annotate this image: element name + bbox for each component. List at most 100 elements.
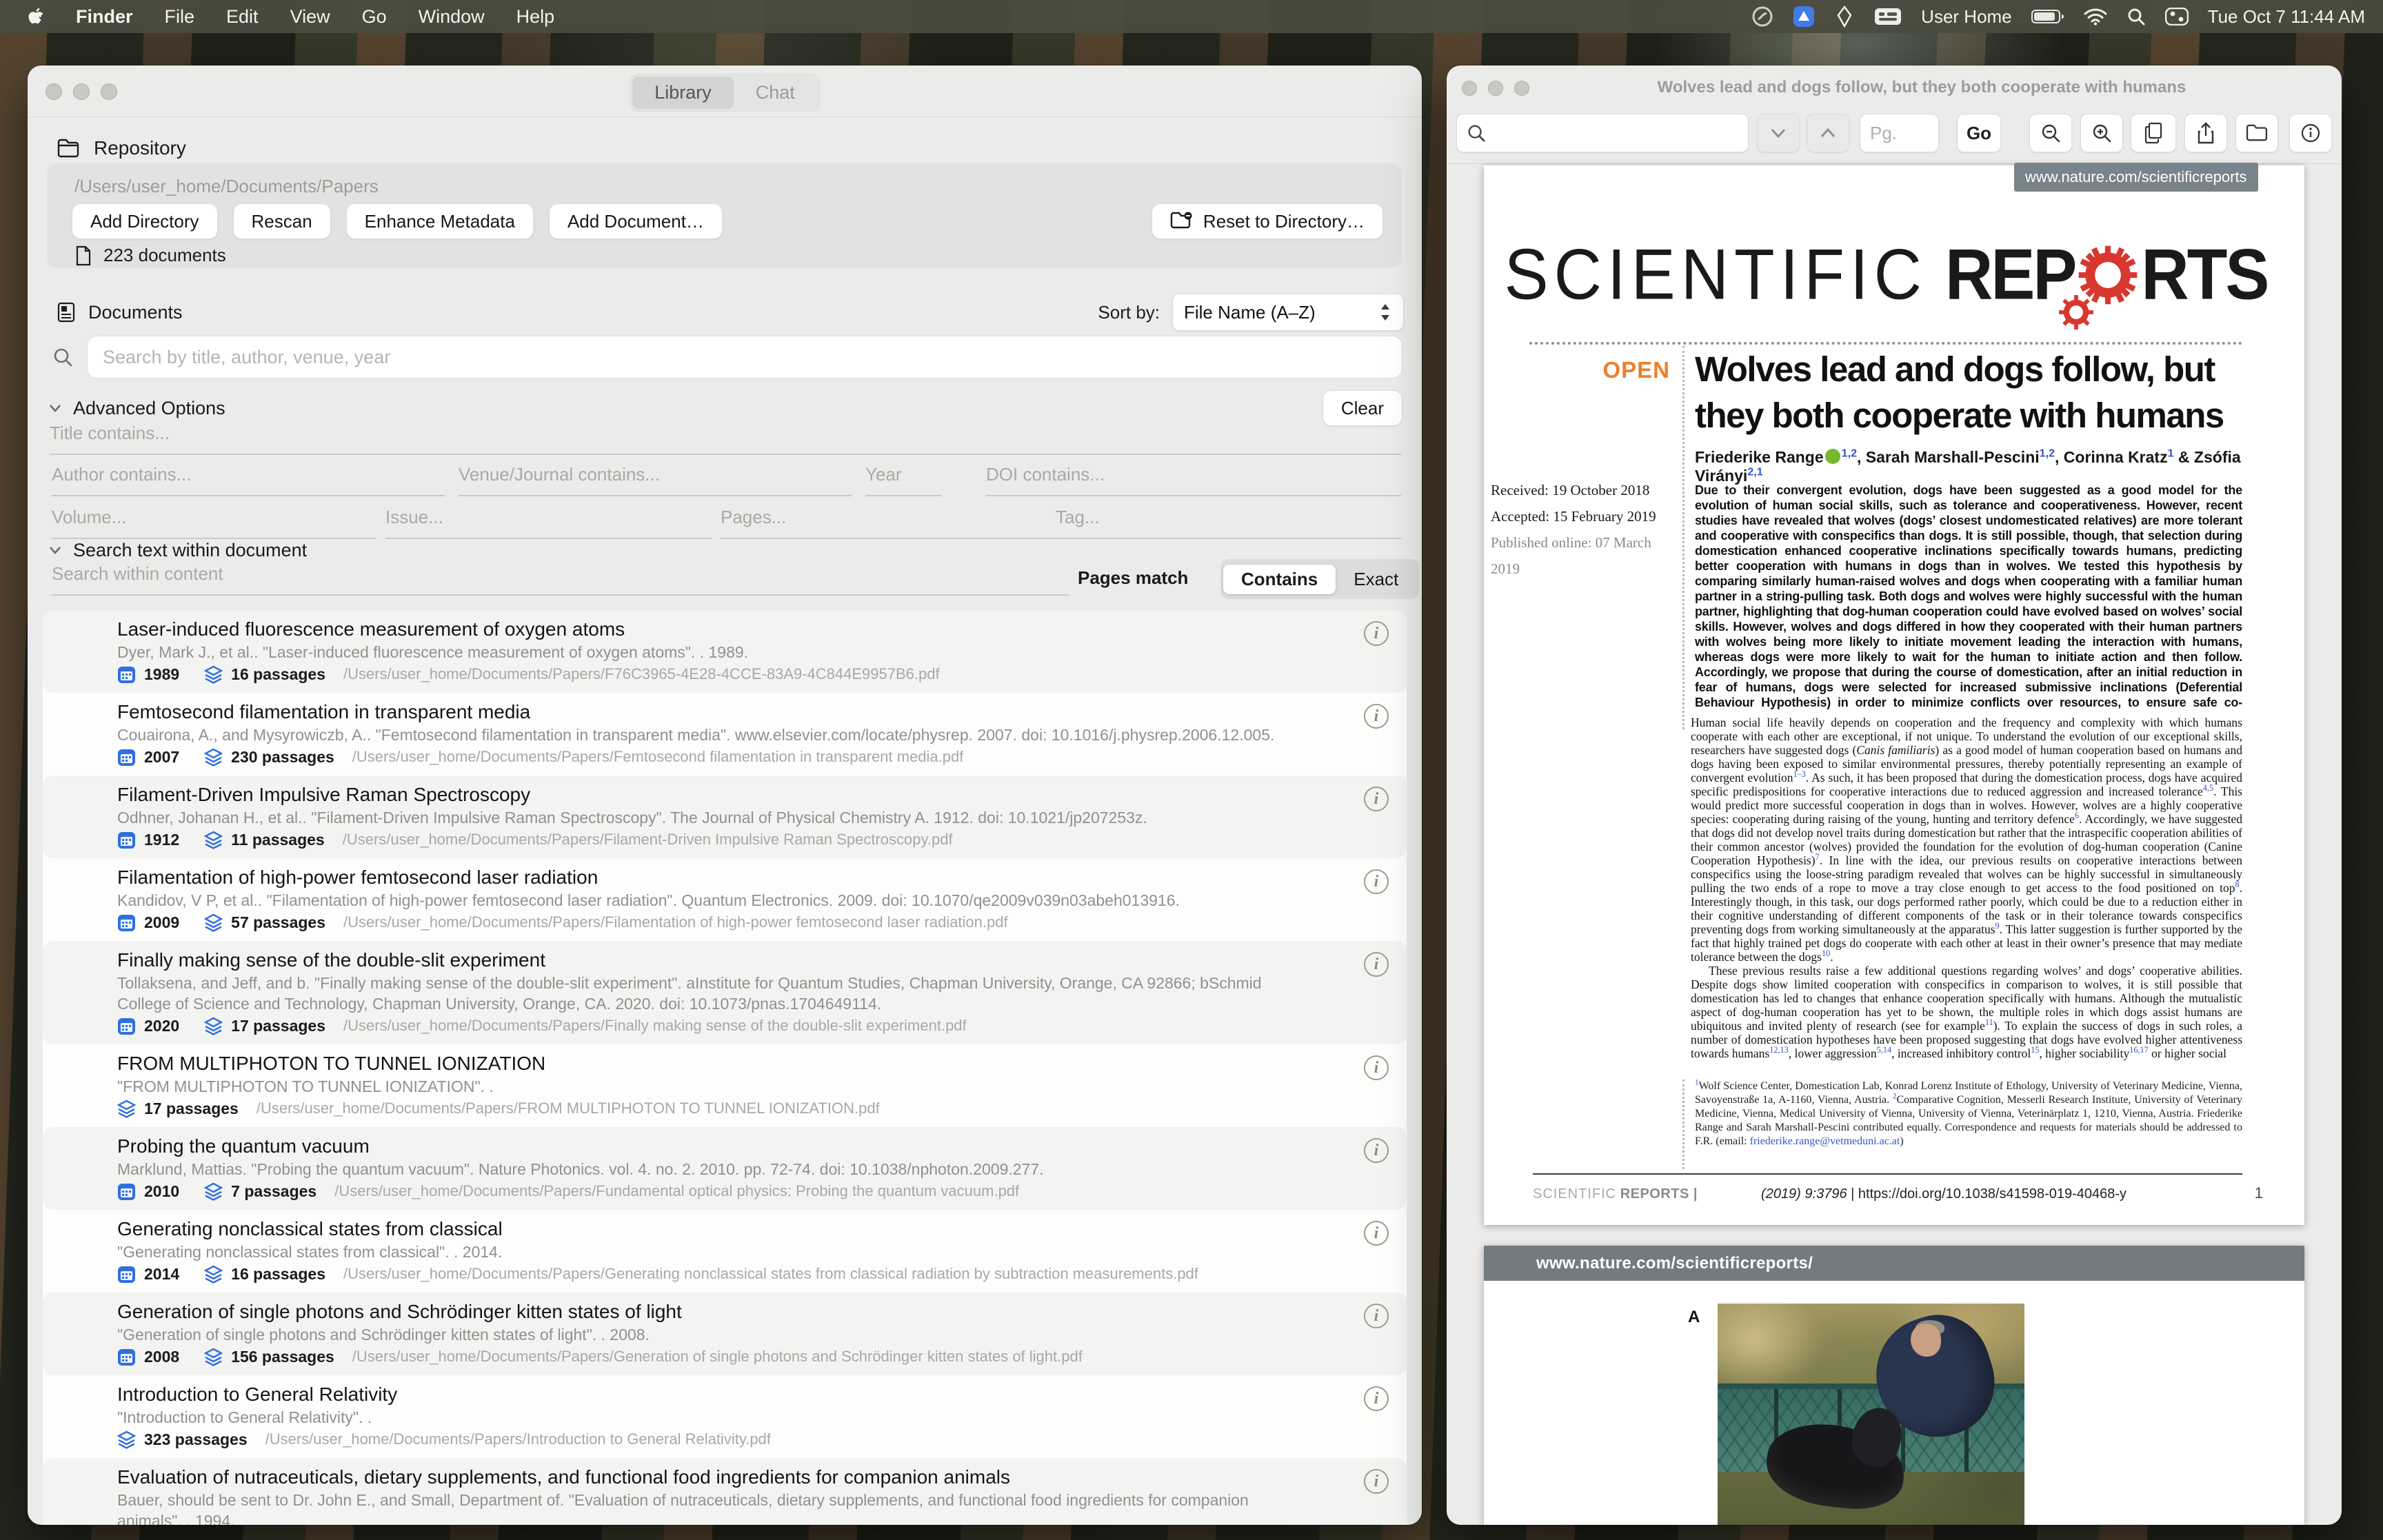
info-icon[interactable]: i	[1364, 1138, 1389, 1163]
copy-pages-icon[interactable]	[2131, 114, 2176, 152]
info-icon[interactable]: i	[1364, 787, 1389, 811]
spray-icon[interactable]	[1834, 5, 1855, 28]
menu-item-edit[interactable]: Edit	[226, 6, 259, 28]
passages-layers-icon	[204, 831, 223, 849]
doc-path: /Users/user_home/Documents/Papers/F76C39…	[343, 665, 940, 683]
venue-contains-field[interactable]: Venue/Journal contains...	[459, 464, 852, 496]
doc-row[interactable]: Introduction to General Relativity "Intr…	[43, 1375, 1407, 1458]
reveal-folder-icon[interactable]	[2235, 114, 2278, 152]
add-directory-button[interactable]: Add Directory	[72, 203, 218, 239]
blue-app-icon[interactable]	[1793, 6, 1815, 28]
figure-photo	[1718, 1304, 2024, 1525]
year-field[interactable]: Year	[865, 464, 941, 496]
info-icon[interactable]: i	[1364, 704, 1389, 729]
info-icon[interactable]: i	[1364, 1304, 1389, 1328]
add-document-button[interactable]: Add Document…	[549, 203, 723, 239]
email-link[interactable]: friederike.range@vetmeduni.ac.at	[1750, 1135, 1900, 1147]
doc-row[interactable]: Generation of single photons and Schrödi…	[43, 1293, 1407, 1375]
user-name-status[interactable]: User Home	[1921, 6, 2011, 28]
orcid-icon[interactable]	[1825, 449, 1840, 464]
document-info-icon[interactable]	[2289, 114, 2332, 152]
find-previous-button[interactable]	[1757, 114, 1800, 152]
contains-option[interactable]: Contains	[1223, 565, 1336, 594]
pdf-search-input[interactable]	[1456, 114, 1749, 152]
menu-item-window[interactable]: Window	[419, 6, 485, 28]
go-button[interactable]: Go	[1957, 114, 2001, 152]
body-paragraph-1: Human social life heavily depends on coo…	[1691, 716, 2242, 964]
doc-row[interactable]: Finally making sense of the double-slit …	[43, 941, 1407, 1044]
doc-row[interactable]: Laser-induced fluorescence measurement o…	[43, 610, 1407, 693]
document-count: 223 documents	[74, 245, 226, 266]
chevron-down-icon[interactable]	[48, 545, 62, 555]
menu-item-file[interactable]: File	[165, 6, 195, 28]
accepted-date: Accepted: 15 February 2019	[1491, 503, 1680, 529]
doc-path: /Users/user_home/Documents/Papers/FROM M…	[257, 1100, 880, 1117]
info-icon[interactable]: i	[1364, 1469, 1389, 1494]
reset-to-directory-button[interactable]: Reset to Directory…	[1152, 203, 1383, 239]
creative-cloud-icon[interactable]	[1751, 6, 1773, 28]
clear-button[interactable]: Clear	[1323, 390, 1402, 426]
rescan-button[interactable]: Rescan	[233, 203, 331, 239]
apple-icon[interactable]	[26, 6, 44, 27]
info-icon[interactable]: i	[1364, 869, 1389, 894]
doc-row[interactable]: Generating nonclassical states from clas…	[43, 1210, 1407, 1293]
search-text-heading[interactable]: Search text within document	[73, 540, 307, 561]
share-icon[interactable]	[2184, 114, 2227, 152]
doc-row[interactable]: Probing the quantum vacuum Marklund, Mat…	[43, 1127, 1407, 1210]
library-search-input[interactable]: Search by title, author, venue, year	[87, 336, 1402, 378]
doc-row[interactable]: FROM MULTIPHOTON TO TUNNEL IONIZATION "F…	[43, 1044, 1407, 1127]
zoom-in-icon[interactable]	[2080, 114, 2123, 152]
wifi-icon[interactable]	[2084, 8, 2107, 26]
advanced-options-heading[interactable]: Advanced Options	[73, 398, 225, 419]
info-icon[interactable]: i	[1364, 621, 1389, 646]
info-icon[interactable]: i	[1364, 952, 1389, 977]
close-button[interactable]	[1462, 81, 1477, 96]
tab-chat[interactable]: Chat	[734, 77, 817, 109]
menu-clock[interactable]: Tue Oct 7 11:44 AM	[2208, 6, 2365, 28]
info-icon[interactable]: i	[1364, 1386, 1389, 1411]
info-icon[interactable]: i	[1364, 1221, 1389, 1246]
menu-item-view[interactable]: View	[290, 6, 330, 28]
enhance-metadata-button[interactable]: Enhance Metadata	[346, 203, 534, 239]
doc-path: /Users/user_home/Documents/Papers/Fundam…	[334, 1182, 1019, 1200]
doc-path: /Users/user_home/Documents/Papers/Finall…	[343, 1017, 967, 1035]
doc-citation: Dyer, Mark J., et al.. "Laser-induced fl…	[117, 642, 1331, 662]
tab-library[interactable]: Library	[632, 77, 734, 109]
menu-app-name[interactable]: Finder	[76, 6, 133, 28]
title-contains-field[interactable]: Title contains...	[50, 423, 1401, 455]
doc-row[interactable]: Evaluation of nutraceuticals, dietary su…	[43, 1458, 1407, 1525]
menu-item-go[interactable]: Go	[362, 6, 387, 28]
zoom-button[interactable]	[1514, 81, 1529, 96]
doc-row[interactable]: Femtosecond filamentation in transparent…	[43, 693, 1407, 776]
spotlight-search-icon[interactable]	[2126, 7, 2146, 26]
doc-row[interactable]: Filament-Driven Impulsive Raman Spectros…	[43, 776, 1407, 858]
page-number-input[interactable]: Pg.	[1860, 114, 1939, 152]
exact-option[interactable]: Exact	[1336, 565, 1416, 594]
doc-path: /Users/user_home/Documents/Papers/Filame…	[343, 913, 1008, 931]
pdf-toolbar: Pg. Go	[1447, 114, 2342, 159]
menu-item-help[interactable]: Help	[516, 6, 555, 28]
zoom-out-icon[interactable]	[2029, 114, 2072, 152]
find-next-button[interactable]	[1807, 114, 1849, 152]
close-button[interactable]	[46, 83, 62, 100]
minimize-button[interactable]	[73, 83, 90, 100]
doc-passages: 323 passages	[144, 1430, 248, 1449]
pdf-page-1[interactable]: SCIENTIFIC REP	[1484, 165, 2304, 1225]
paper-title: Wolves lead and dogs follow, but they bo…	[1695, 346, 2253, 438]
doc-title: FROM MULTIPHOTON TO TUNNEL IONIZATION	[117, 1051, 1331, 1076]
battery-icon[interactable]	[2031, 8, 2064, 25]
sort-select[interactable]: File Name (A–Z)	[1172, 294, 1404, 331]
doc-year: 2009	[144, 913, 179, 932]
control-center-icon[interactable]	[2165, 8, 2189, 26]
minimize-button[interactable]	[1488, 81, 1503, 96]
author-contains-field[interactable]: Author contains...	[52, 464, 445, 496]
keyboard-icon[interactable]	[1874, 7, 1902, 26]
pdf-page-2[interactable]: www.nature.com/scientificreports/ A	[1484, 1246, 2304, 1525]
doc-title: Generating nonclassical states from clas…	[117, 1217, 1331, 1242]
paper-authors: Friederike Range1,2, Sarah Marshall-Pesc…	[1695, 448, 2246, 485]
zoom-button[interactable]	[101, 83, 117, 100]
chevron-down-icon[interactable]	[48, 403, 62, 413]
doc-row[interactable]: Filamentation of high-power femtosecond …	[43, 858, 1407, 941]
info-icon[interactable]: i	[1364, 1055, 1389, 1080]
doi-contains-field[interactable]: DOI contains...	[986, 464, 1401, 496]
